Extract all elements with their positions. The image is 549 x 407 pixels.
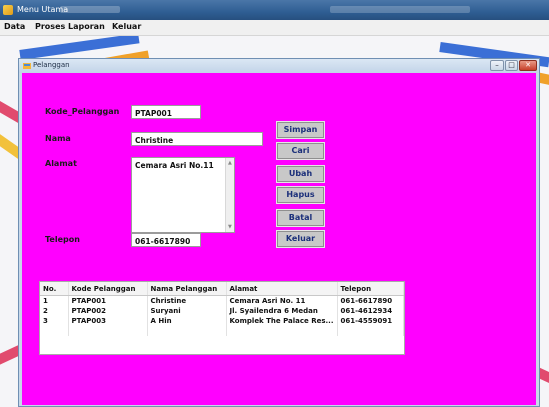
cell-no: 3 [40,316,69,326]
titlebar-blurred-area [60,6,120,13]
cell-kode: PTAP002 [68,306,148,316]
titlebar-blurred-area-right [330,6,470,13]
nama-label: Nama [45,134,71,143]
main-window-titlebar: Menu Utama [0,0,549,20]
app-icon [3,5,13,15]
cell-kode: PTAP001 [68,295,148,306]
cell-nama: A Hin [147,316,227,326]
cell-empty [226,326,338,336]
alamat-label: Alamat [45,159,77,168]
cell-empty [68,326,148,336]
nama-input[interactable]: Christine [131,132,263,146]
telepon-input[interactable]: 061-6617890 [131,233,201,247]
kode-pelanggan-input[interactable]: PTAP001 [131,105,201,119]
cell-no: 2 [40,306,69,316]
close-button[interactable]: ✕ [519,60,537,71]
table-row-empty[interactable] [40,326,405,336]
cell-alamat: Komplek The Palace Res... [226,316,338,326]
cell-telepon: 061-4559091 [337,316,405,326]
scroll-down-icon[interactable]: ▼ [228,224,232,230]
column-header-alamat[interactable]: Alamat [226,282,338,296]
keluar-button[interactable]: Keluar [276,230,325,248]
menu-data[interactable]: Data [4,22,25,31]
kode-pelanggan-label: Kode_Pelanggan [45,107,120,116]
table-row[interactable]: 2 PTAP002 Suryani Jl. Syailendra 6 Medan… [40,306,405,316]
cell-empty [40,326,69,336]
form-icon [23,63,31,69]
menu-laporan[interactable]: Laporan [68,22,105,31]
cell-telepon: 061-6617890 [337,295,405,306]
cell-empty [147,326,227,336]
column-header-kode[interactable]: Kode Pelanggan [68,282,148,296]
scroll-up-icon[interactable]: ▲ [228,160,232,166]
hapus-button[interactable]: Hapus [276,186,325,204]
minimize-button[interactable]: – [490,60,504,71]
ubah-button[interactable]: Ubah [276,165,325,183]
grid-header-row: No. Kode Pelanggan Nama Pelanggan Alamat… [40,282,405,296]
column-header-no[interactable]: No. [40,282,69,296]
cell-no: 1 [40,295,69,306]
pelanggan-grid[interactable]: No. Kode Pelanggan Nama Pelanggan Alamat… [39,281,405,355]
cell-nama: Christine [147,295,227,306]
table-row[interactable]: 3 PTAP003 A Hin Komplek The Palace Res..… [40,316,405,326]
pelanggan-window: Pelanggan – □ ✕ Kode_Pelanggan Nama Alam… [18,58,540,407]
telepon-label: Telepon [45,235,80,244]
cell-alamat: Jl. Syailendra 6 Medan [226,306,338,316]
cell-telepon: 061-4612934 [337,306,405,316]
table-row[interactable]: 1 PTAP001 Christine Cemara Asri No. 11 0… [40,295,405,306]
alamat-scrollbar[interactable]: ▲ ▼ [225,158,234,232]
cell-empty [337,326,405,336]
cell-kode: PTAP003 [68,316,148,326]
alamat-textarea[interactable]: Cemara Asri No.11 ▲ ▼ [131,157,235,233]
simpan-button[interactable]: Simpan [276,121,325,139]
menu-proses[interactable]: Proses [35,22,65,31]
cari-button[interactable]: Cari [276,142,325,160]
menu-keluar[interactable]: Keluar [112,22,141,31]
column-header-nama[interactable]: Nama Pelanggan [147,282,227,296]
cell-nama: Suryani [147,306,227,316]
alamat-text: Cemara Asri No.11 [135,161,214,170]
batal-button[interactable]: Batal [276,209,325,227]
pelanggan-form: Kode_Pelanggan Nama Alamat Telepon PTAP0… [22,73,536,405]
menu-bar: Data Proses Laporan Keluar [0,20,549,36]
pelanggan-title: Pelanggan [33,61,70,69]
column-header-telepon[interactable]: Telepon [337,282,405,296]
cell-alamat: Cemara Asri No. 11 [226,295,338,306]
pelanggan-titlebar: Pelanggan – □ ✕ [19,59,539,73]
maximize-button[interactable]: □ [505,60,518,71]
